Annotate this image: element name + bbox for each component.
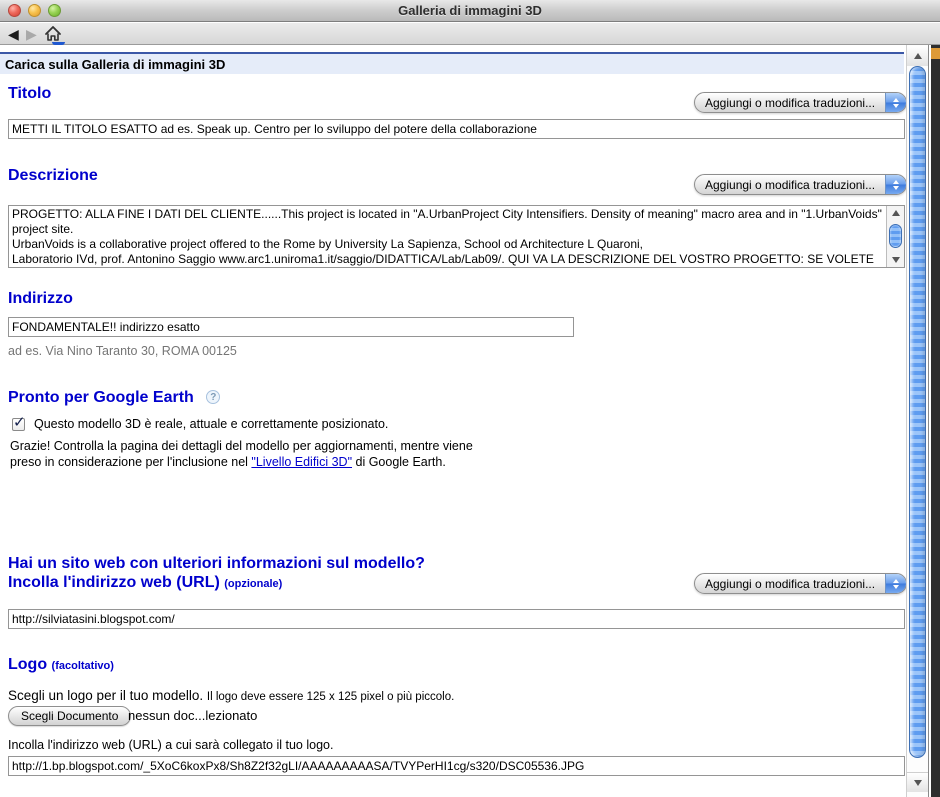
- select-arrows-icon: [885, 93, 906, 112]
- google-earth-note: Grazie! Controlla la pagina dei dettagli…: [10, 439, 483, 470]
- select-arrows-icon: [885, 574, 906, 593]
- logo-url-label: Incolla l'indirizzo web (URL) a cui sarà…: [8, 738, 333, 752]
- descrizione-translations-label: Aggiungi o modifica traduzioni...: [695, 178, 885, 192]
- descrizione-translations-select[interactable]: Aggiungi o modifica traduzioni...: [694, 174, 907, 195]
- website-optional-label: (opzionale): [224, 578, 282, 590]
- page-title: Carica sulla Galleria di immagini 3D: [0, 52, 904, 74]
- scroll-up-icon[interactable]: [887, 207, 905, 219]
- livello-edifici-link[interactable]: "Livello Edifici 3D": [251, 455, 352, 469]
- help-icon[interactable]: ?: [206, 390, 220, 404]
- google-earth-heading: Pronto per Google Earth ?: [8, 389, 220, 407]
- logo-size-hint: Il logo deve essere 125 x 125 pixel o pi…: [207, 691, 454, 703]
- scrollbar-thumb[interactable]: [909, 66, 926, 758]
- scrollbar-thumb[interactable]: [889, 224, 902, 248]
- website-translations-label: Aggiungi o modifica traduzioni...: [695, 577, 885, 591]
- window-titlebar: Galleria di immagini 3D: [0, 0, 940, 22]
- back-icon[interactable]: ◀: [8, 25, 19, 43]
- logo-optional-label: (facoltativo): [52, 660, 114, 672]
- indirizzo-input[interactable]: [8, 317, 574, 337]
- descrizione-text: PROGETTO: ALLA FINE I DATI DEL CLIENTE..…: [12, 207, 884, 266]
- checkbox-label: Questo modello 3D è reale, attuale e cor…: [34, 417, 388, 431]
- checkbox-row: ✓ Questo modello 3D è reale, attuale e c…: [0, 417, 600, 433]
- website-heading: Hai un sito web con ulteriori informazio…: [8, 554, 425, 594]
- google-earth-heading-text: Pronto per Google Earth: [8, 389, 194, 406]
- forward-icon[interactable]: ▶: [26, 25, 37, 43]
- titolo-input[interactable]: [8, 119, 905, 139]
- titolo-translations-select[interactable]: Aggiungi o modifica traduzioni...: [694, 92, 907, 113]
- select-arrows-icon: [885, 175, 906, 194]
- website-heading-line1: Hai un sito web con ulteriori informazio…: [8, 555, 425, 572]
- file-status: nessun doc...lezionato: [128, 708, 257, 723]
- note-text-after: di Google Earth.: [352, 455, 446, 469]
- logo-choose-text: Scegli un logo per il tuo modello.: [8, 688, 203, 703]
- textarea-scrollbar[interactable]: [886, 206, 904, 267]
- ready-checkbox[interactable]: ✓: [12, 418, 25, 431]
- descrizione-textarea[interactable]: PROGETTO: ALLA FINE I DATI DEL CLIENTE..…: [8, 205, 905, 268]
- website-heading-line2: Incolla l'indirizzo web (URL): [8, 574, 220, 591]
- checkmark-icon: ✓: [13, 413, 26, 431]
- logo-heading: Logo (facoltativo): [8, 656, 114, 674]
- logo-choose-line: Scegli un logo per il tuo modello. Il lo…: [8, 688, 454, 703]
- indirizzo-heading: Indirizzo: [8, 290, 73, 308]
- scroll-down-icon[interactable]: [887, 254, 905, 266]
- scroll-down-icon[interactable]: [907, 772, 928, 792]
- titolo-heading: Titolo: [8, 85, 51, 103]
- website-url-input[interactable]: [8, 609, 905, 629]
- titolo-translations-label: Aggiungi o modifica traduzioni...: [695, 96, 885, 110]
- upload-form-page: Carica sulla Galleria di immagini 3D Tit…: [0, 45, 906, 797]
- background-window-fragment: [931, 48, 940, 59]
- indirizzo-hint: ad es. Via Nino Taranto 30, ROMA 00125: [8, 344, 237, 358]
- app-window: Galleria di immagini 3D ◀ ▶ Carica sulla…: [0, 0, 940, 797]
- descrizione-heading: Descrizione: [8, 167, 98, 185]
- choose-file-button[interactable]: Scegli Documento: [8, 706, 131, 726]
- website-translations-select[interactable]: Aggiungi o modifica traduzioni...: [694, 573, 907, 594]
- window-title: Galleria di immagini 3D: [0, 0, 940, 22]
- page-scrollbar[interactable]: [906, 45, 929, 797]
- logo-heading-text: Logo: [8, 656, 47, 673]
- scroll-up-icon[interactable]: [907, 46, 928, 66]
- browser-toolbar: ◀ ▶: [0, 23, 940, 45]
- background-window-sliver: [931, 45, 940, 797]
- logo-url-input[interactable]: [8, 756, 905, 776]
